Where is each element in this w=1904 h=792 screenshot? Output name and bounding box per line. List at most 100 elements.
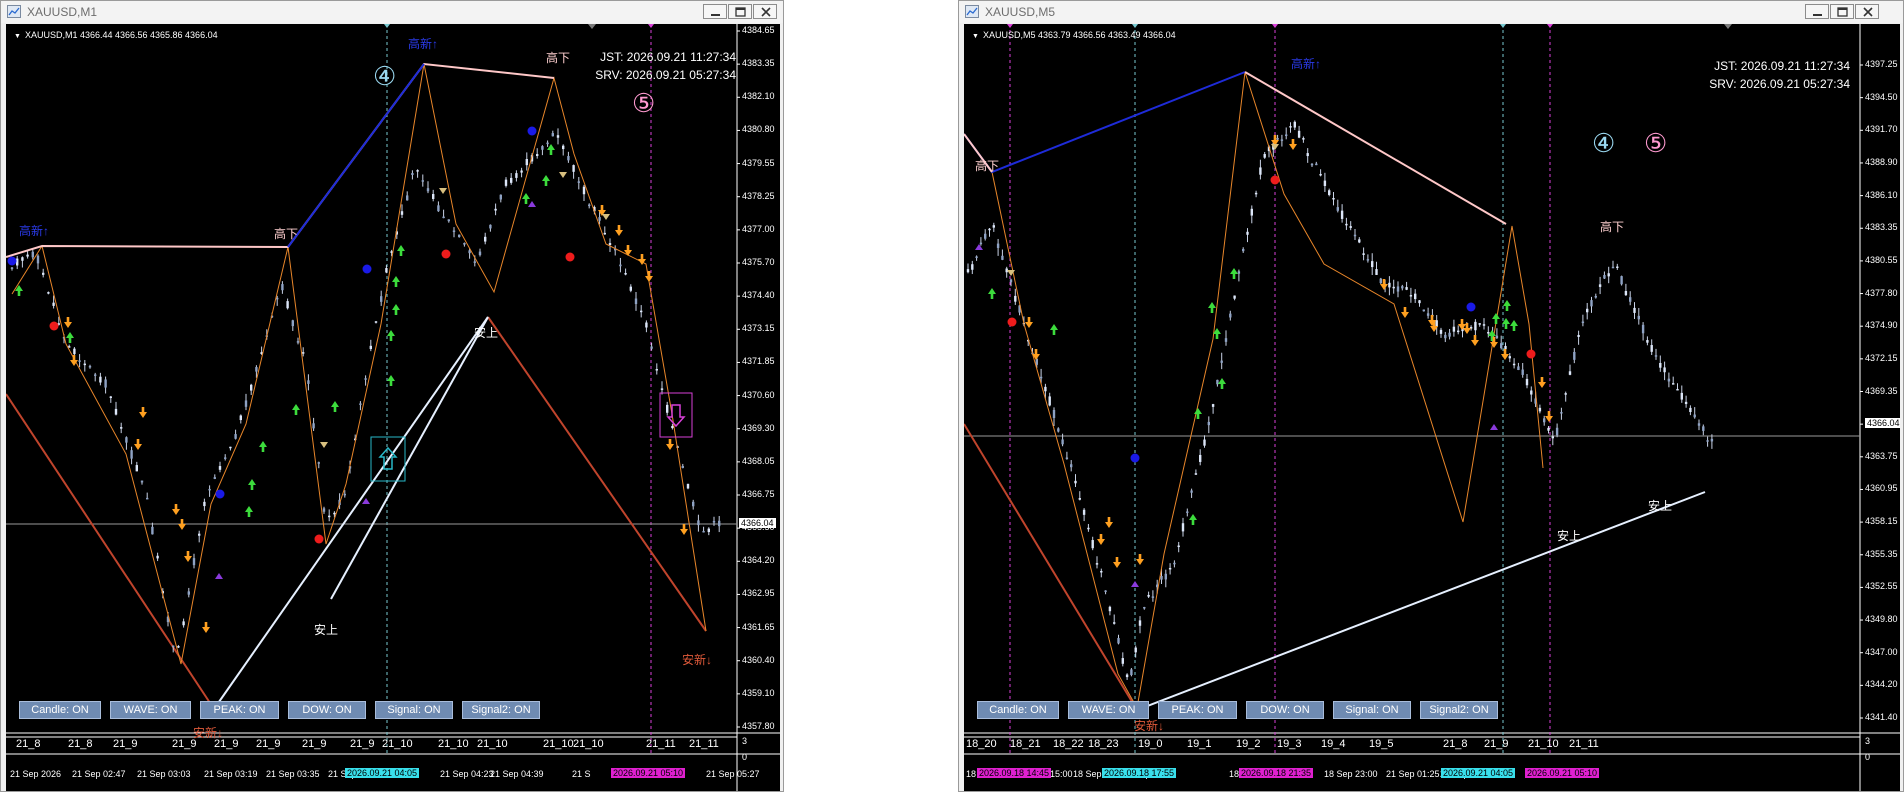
candle-body	[234, 434, 237, 439]
candle-body	[135, 465, 138, 472]
bar-label: 21_11	[1569, 738, 1599, 750]
chart-window-m5[interactable]: XAUUSD,M5 ▼ XAUUSD,M5 4363.79 4366.56 436…	[958, 0, 1904, 792]
separator-marker-icon	[1007, 24, 1013, 28]
candle-body	[494, 208, 497, 211]
candle-body	[286, 301, 289, 309]
time-tick-label: 21 S	[572, 769, 591, 779]
maximize-button[interactable]	[728, 4, 752, 19]
maximize-button[interactable]	[1830, 4, 1854, 19]
candle-body	[1409, 295, 1413, 297]
candle-body	[1130, 669, 1133, 676]
price-chart[interactable]	[964, 24, 1900, 791]
candle-body	[369, 345, 372, 350]
candle-body	[1181, 523, 1185, 532]
minimize-button[interactable]	[1805, 4, 1829, 19]
candle-body	[78, 360, 81, 362]
candle-body	[666, 404, 669, 413]
peak-toggle-button[interactable]: PEAK: ON	[200, 701, 279, 719]
candle-body	[359, 403, 362, 405]
candle-body	[520, 170, 523, 173]
price-tick-label: 4369.35	[1865, 385, 1898, 396]
candle-body	[1414, 293, 1417, 300]
buy-signal-arrow-icon	[392, 304, 400, 315]
price-tick-label: 4382.10	[742, 91, 775, 102]
dow-trend-line	[964, 423, 1138, 711]
signal-toggle-button[interactable]: Signal: ON	[375, 701, 453, 719]
sell-signal-arrow-icon	[1136, 554, 1144, 565]
candle-body	[718, 520, 721, 527]
candle-body	[343, 493, 346, 496]
bar-label: 18_21	[1010, 738, 1041, 750]
candle-body	[1654, 355, 1658, 357]
candle-body	[1220, 360, 1223, 363]
chart-area[interactable]: ▼ XAUUSD,M1 4366.44 4366.56 4365.86 4366.…	[6, 24, 780, 791]
candle-body	[1173, 562, 1176, 565]
separator-marker-icon	[1547, 24, 1553, 28]
candle-body	[463, 242, 466, 245]
current-price-tag: 4366.04	[739, 518, 776, 528]
candle-body	[1426, 313, 1430, 316]
minimize-button[interactable]	[703, 4, 727, 19]
bar-label: 21_9	[214, 738, 239, 750]
peak-high-dot	[565, 252, 575, 262]
sell-signal-arrow-icon	[624, 245, 632, 256]
chart-area[interactable]: ▼ XAUUSD,M5 4363.79 4366.56 4363.49 4366.…	[964, 24, 1900, 791]
price-chart[interactable]	[6, 24, 780, 791]
dow-marker-icon	[1490, 424, 1498, 430]
candle-body	[333, 512, 336, 515]
separator-marker-icon	[384, 24, 390, 28]
candle-toggle-button[interactable]: Candle: ON	[977, 701, 1059, 719]
signal2-toggle-button[interactable]: Signal2: ON	[462, 701, 540, 719]
chart-window-m1[interactable]: XAUUSD,M1 ▼ XAUUSD,M1 4366.44 4366.56 436…	[0, 0, 784, 792]
candle-body	[1014, 295, 1017, 302]
wave-toggle-button[interactable]: WAVE: ON	[110, 701, 191, 719]
sell-signal-arrow-icon	[1538, 377, 1546, 388]
price-tick-label: 4383.35	[1865, 222, 1898, 233]
candle-body	[1125, 674, 1129, 678]
candle-toggle-button[interactable]: Candle: ON	[19, 701, 101, 719]
price-tick-label: 4344.20	[1865, 679, 1898, 690]
candle-body	[1211, 404, 1215, 407]
signal2-toggle-button[interactable]: Signal2: ON	[1420, 701, 1498, 719]
candle-body	[1676, 388, 1679, 391]
candle-body	[1435, 320, 1438, 327]
close-button[interactable]	[1855, 4, 1879, 19]
candle-body	[1482, 324, 1486, 326]
chart-window-icon	[965, 5, 979, 18]
candle-body	[1263, 154, 1266, 158]
dropdown-triangle-icon[interactable]: ▼	[972, 33, 979, 40]
bar-label: 21_10	[573, 738, 604, 750]
title-bar[interactable]: XAUUSD,M1	[1, 1, 783, 23]
dow-toggle-button[interactable]: DOW: ON	[288, 701, 366, 719]
candle-body	[1100, 570, 1103, 573]
signal-toggle-button[interactable]: Signal: ON	[1333, 701, 1411, 719]
candle-body	[473, 261, 476, 263]
candle-body	[1289, 126, 1292, 128]
candle-body	[1611, 266, 1615, 269]
candle-body	[1418, 300, 1421, 304]
candle-body	[1543, 418, 1546, 423]
signal-arrow-icon	[559, 172, 567, 178]
high-lower-label: 高下	[274, 227, 299, 241]
candle-body	[1667, 378, 1671, 382]
candle-body	[1448, 332, 1451, 337]
candle-body	[36, 255, 40, 264]
dow-toggle-button[interactable]: DOW: ON	[1246, 701, 1324, 719]
price-tick-label: 4380.80	[742, 124, 775, 135]
buy-signal-arrow-icon	[66, 332, 74, 343]
buy-signal-arrow-icon	[988, 288, 996, 299]
wave-toggle-button[interactable]: WAVE: ON	[1068, 701, 1149, 719]
peak-toggle-button[interactable]: PEAK: ON	[1158, 701, 1237, 719]
close-button[interactable]	[753, 4, 777, 19]
wave-5-label: ⑤	[1644, 128, 1668, 158]
candle-body	[140, 480, 144, 483]
title-bar[interactable]: XAUUSD,M5	[959, 1, 1903, 23]
dropdown-triangle-icon[interactable]: ▼	[14, 33, 21, 40]
candle-body	[1164, 573, 1167, 580]
candle-body	[218, 466, 222, 470]
candle-body	[1439, 329, 1443, 334]
candle-body	[671, 425, 674, 429]
candle-body	[1478, 323, 1481, 325]
wave-5-label: ⑤	[632, 88, 656, 118]
candle-body	[146, 497, 149, 500]
